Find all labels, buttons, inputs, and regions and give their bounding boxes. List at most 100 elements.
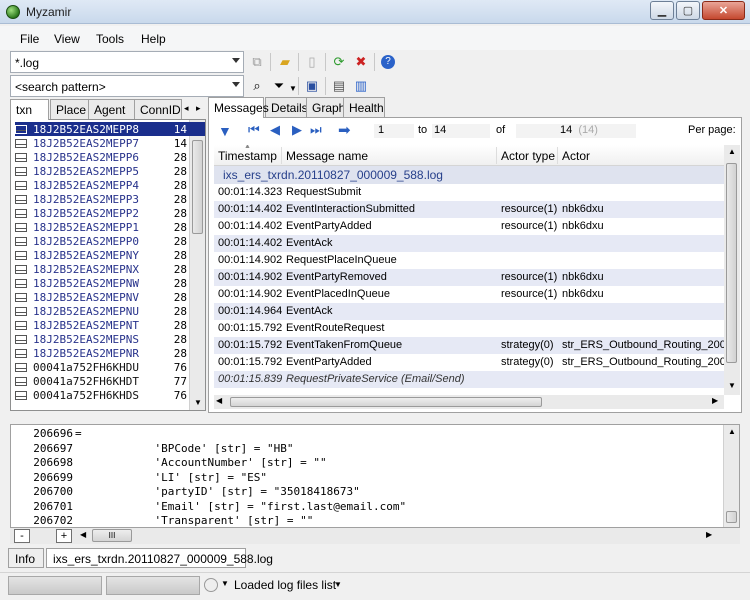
list-item[interactable]: 18J2B52EAS2MEPNV 28	[15, 290, 205, 304]
grid-scroll-thumb[interactable]	[726, 163, 737, 363]
list-item[interactable]: 18J2B52EAS2MEPP6 28	[15, 150, 205, 164]
raw-log-scroll-thumb[interactable]	[726, 511, 737, 523]
menu-file[interactable]: File	[20, 32, 39, 46]
page-to-input[interactable]: 14	[432, 124, 490, 138]
list-item[interactable]: 00041a752FH6KHDS 76	[15, 388, 205, 402]
tab-log-file[interactable]: ixs_ers_txrdn.20110827_000009_588.log	[46, 548, 273, 568]
save-icon[interactable]: ▣	[303, 77, 321, 95]
list-item[interactable]: 18J2B52EAS2MEPNS 28	[15, 332, 205, 346]
chevron-down-icon[interactable]: ▼	[284, 79, 302, 97]
page-icon[interactable]: ▤	[330, 77, 348, 95]
tab-scroll-left-icon[interactable]: ◂	[184, 103, 189, 114]
list-item[interactable]: 00041a752FH6KHDU 76	[15, 360, 205, 374]
col-timestamp[interactable]: Timestamp	[218, 149, 277, 163]
last-page-icon[interactable]: ⏭	[310, 122, 322, 138]
zoom-in-button[interactable]: +	[56, 529, 72, 543]
col-message-name[interactable]: Message name	[286, 149, 368, 163]
list-item[interactable]: 18J2B52EAS2MEPP1 28	[15, 220, 205, 234]
list-item[interactable]: 18J2B52EAS2MEPNU 28	[15, 304, 205, 318]
tab-messages[interactable]: Messages	[208, 97, 269, 118]
table-row[interactable]: 00:01:14.902 EventPlacedInQueue resource(1…	[214, 286, 724, 303]
list-item[interactable]: 18J2B52EAS2MEPP2 28	[15, 206, 205, 220]
list-item-id: 18J2B52EAS2MEPP8	[33, 122, 139, 136]
scroll-left-icon[interactable]: ◀	[80, 530, 86, 539]
list-item[interactable]: 18J2B52EAS2MEPP7 14	[15, 136, 205, 150]
scroll-left-icon[interactable]: ◀	[216, 396, 222, 405]
tab-info[interactable]: Info	[8, 548, 44, 568]
table-row[interactable]: 00:01:15.792 EventTakenFromQueue strategy(…	[214, 337, 724, 354]
list-item[interactable]: 18J2B52EAS2MEPP4 28	[15, 178, 205, 192]
tab-txn[interactable]: txn	[10, 99, 49, 120]
log-file-group-row[interactable]: ixs_ers_txrdn.20110827_000009_588.log	[214, 166, 724, 184]
first-page-icon[interactable]: ⏮	[248, 122, 260, 138]
table-row[interactable]: 00:01:15.792 EventRouteRequest	[214, 320, 724, 337]
scroll-up-icon[interactable]: ▲	[728, 147, 736, 156]
raw-log-panel[interactable]: ▲ 206696 = 206697 'BPCode' [str] = "HB" 206…	[10, 424, 740, 528]
menu-view[interactable]: View	[54, 32, 80, 46]
document-icon[interactable]: ▯	[303, 53, 321, 71]
list-item[interactable]: 18J2B52EAS2MEPNX 28	[15, 262, 205, 276]
table-row[interactable]: 00:01:14.323 RequestSubmit	[214, 184, 724, 201]
go-arrow-icon[interactable]: ➡	[338, 121, 351, 139]
table-row[interactable]: 00:01:14.402 EventPartyAdded resource(1) nb…	[214, 218, 724, 235]
page-from-input[interactable]: 1	[374, 124, 414, 138]
table-row[interactable]: 00:01:15.792 EventPartyAdded strategy(0) st…	[214, 354, 724, 371]
search-combo[interactable]: <search pattern>	[10, 75, 244, 97]
menu-tools[interactable]: Tools	[96, 32, 124, 46]
list-item[interactable]: 18J2B52EAS2MEPP3 28	[15, 192, 205, 206]
col-actor-type[interactable]: Actor type	[501, 149, 555, 163]
table-row[interactable]: 00:01:15.839 RequestPrivateService (Email…	[214, 371, 724, 388]
scroll-right-icon[interactable]: ▶	[712, 396, 718, 405]
list-item[interactable]: 18J2B52EAS2MEPNR 28	[15, 346, 205, 360]
menu-help[interactable]: Help	[141, 32, 166, 46]
file-filter-combo[interactable]: *.log	[10, 51, 244, 73]
refresh-icon[interactable]: ⟳	[330, 53, 348, 71]
search-input[interactable]: <search pattern>	[15, 80, 106, 94]
zoom-out-button[interactable]: -	[14, 529, 30, 543]
raw-log-hscroll-thumb[interactable]: III	[92, 529, 132, 542]
scroll-down-icon[interactable]: ▼	[728, 381, 736, 390]
table-row[interactable]: 00:01:14.902 RequestPlaceInQueue	[214, 252, 724, 269]
chevron-down-icon[interactable]	[232, 58, 240, 63]
maximize-button[interactable]: ▢	[676, 1, 700, 20]
list-item[interactable]: 18J2B52EAS2MEPNW 28	[15, 276, 205, 290]
tab-agent[interactable]: Agent	[88, 99, 135, 119]
list-item[interactable]: 18J2B52EAS2MEPNT 28	[15, 318, 205, 332]
table-row[interactable]: 00:01:14.402 EventAck	[214, 235, 724, 252]
table-row[interactable]: 00:01:14.902 EventPartyRemoved resource(1)…	[214, 269, 724, 286]
chevron-down-icon[interactable]: ▼	[334, 580, 342, 589]
minimize-button[interactable]: ▁	[650, 1, 674, 20]
list-item[interactable]: 18J2B52EAS2MEPP0 28	[15, 234, 205, 248]
list-item[interactable]: 18J2B52EAS2MEPP5 28	[15, 164, 205, 178]
prev-page-icon[interactable]: ◀	[270, 122, 280, 138]
tab-health[interactable]: Health	[343, 97, 385, 117]
tab-details[interactable]: Details	[265, 97, 308, 117]
raw-log-scrollbar[interactable]: ▲	[723, 425, 739, 527]
list-item[interactable]: 00041a752FH6KHDT 77	[15, 374, 205, 388]
open-folder-icon[interactable]: ▰	[276, 53, 294, 71]
list-item[interactable]: 18J2B52EAS2MEPP8 14	[15, 122, 205, 136]
col-actor[interactable]: Actor	[562, 149, 590, 163]
loaded-log-files-label[interactable]: Loaded log files list	[234, 578, 336, 592]
tab-scroll-right-icon[interactable]: ▸	[196, 103, 201, 114]
tab-graph[interactable]: Graph	[306, 97, 345, 117]
table-row[interactable]: 00:01:14.964 EventAck	[214, 303, 724, 320]
grid-hscroll-thumb[interactable]	[230, 397, 542, 407]
copy-icon[interactable]: ⧉	[248, 53, 266, 71]
close-file-icon[interactable]: ✖	[352, 53, 370, 71]
tab-connid[interactable]: ConnID	[134, 99, 182, 119]
scroll-right-icon[interactable]: ▶	[706, 530, 712, 539]
grid-horizontal-scrollbar[interactable]: ◀ ▶	[214, 395, 724, 409]
table-row[interactable]: 00:01:14.402 EventInteractionSubmitted res…	[214, 201, 724, 218]
list-item[interactable]: 18J2B52EAS2MEPNY 28	[15, 248, 205, 262]
chevron-down-icon[interactable]: ▼	[221, 579, 229, 588]
filter-icon[interactable]: ▼	[218, 123, 232, 139]
binoculars-icon[interactable]: ⌕	[248, 77, 266, 95]
chevron-down-icon[interactable]	[232, 82, 240, 87]
bar-chart-icon[interactable]: ▥	[352, 77, 370, 95]
scroll-up-icon[interactable]: ▲	[728, 427, 736, 436]
grid-vertical-scrollbar[interactable]: ▲ ▼	[724, 145, 740, 395]
next-page-icon[interactable]: ▶	[292, 122, 302, 138]
close-button[interactable]: ✕	[702, 1, 745, 20]
help-icon[interactable]: ?	[379, 53, 397, 71]
